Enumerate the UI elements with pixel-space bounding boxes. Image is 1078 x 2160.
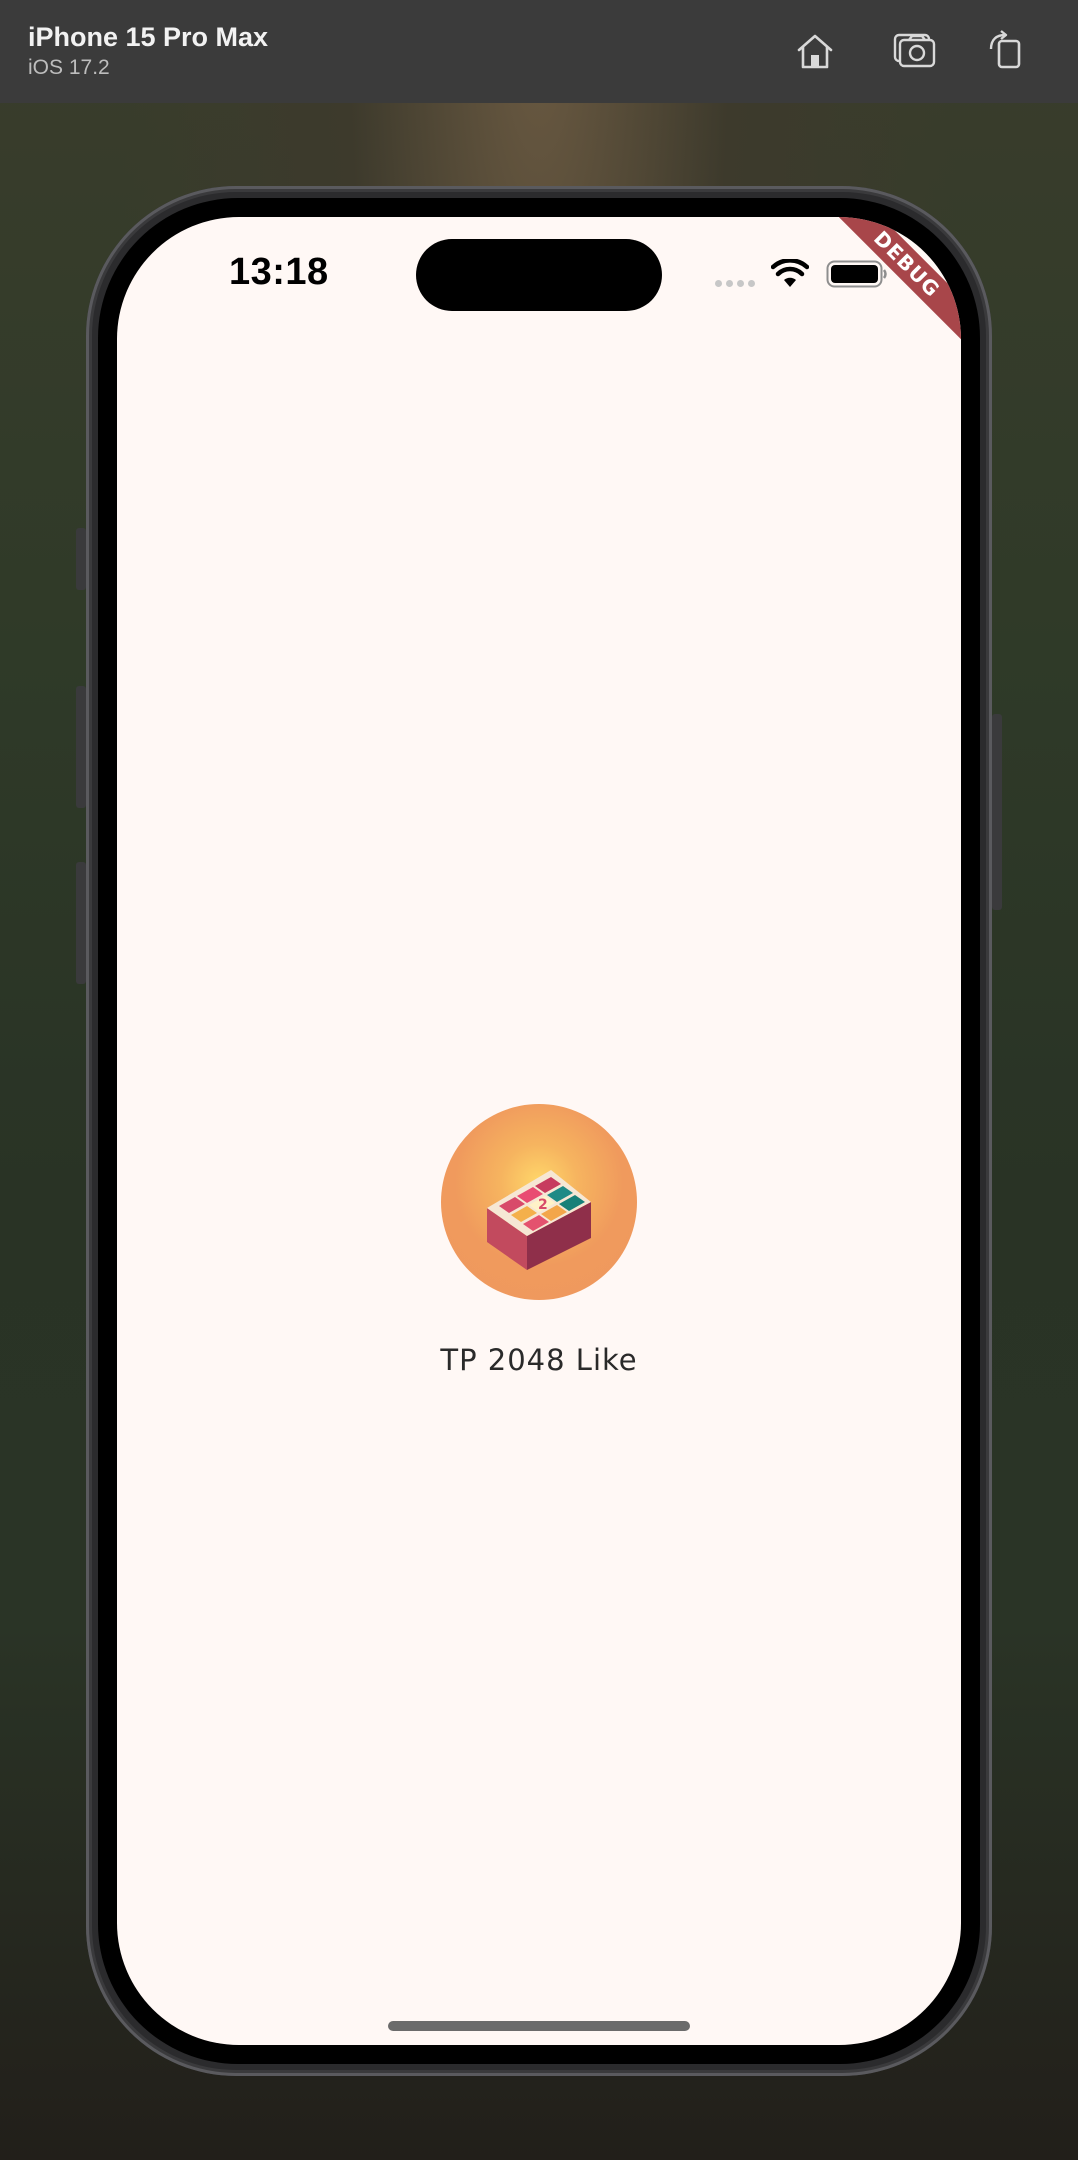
screenshot-camera-icon: [893, 33, 936, 68]
app-logo-icon: 2: [487, 1170, 591, 1270]
wifi-icon: [771, 259, 809, 287]
home-button[interactable]: [790, 26, 840, 76]
battery-icon: [826, 260, 887, 288]
screenshot-button[interactable]: [890, 26, 940, 76]
app-logo: 2: [441, 1104, 637, 1300]
dynamic-island: [416, 239, 662, 311]
rotate-button[interactable]: [980, 26, 1030, 76]
power-button: [992, 714, 1002, 910]
home-indicator[interactable]: [388, 2021, 690, 2031]
status-time: 13:18: [229, 251, 329, 293]
signal-dots-icon: [715, 280, 755, 287]
simulator-toolbar: iPhone 15 Pro Max iOS 17.2: [0, 0, 1078, 103]
rotate-icon: [989, 30, 1021, 69]
volume-up-button: [76, 686, 86, 808]
home-icon: [797, 34, 833, 69]
device-name: iPhone 15 Pro Max: [28, 22, 269, 52]
action-button: [76, 528, 86, 590]
volume-down-button: [76, 862, 86, 984]
svg-text:2: 2: [538, 1197, 548, 1213]
phone-screen[interactable]: 13:18 DEBUG 2 TP 2048 Like: [117, 217, 961, 2045]
os-version: iOS 17.2: [28, 56, 110, 79]
app-name: TP 2048 Like: [440, 1343, 638, 1377]
